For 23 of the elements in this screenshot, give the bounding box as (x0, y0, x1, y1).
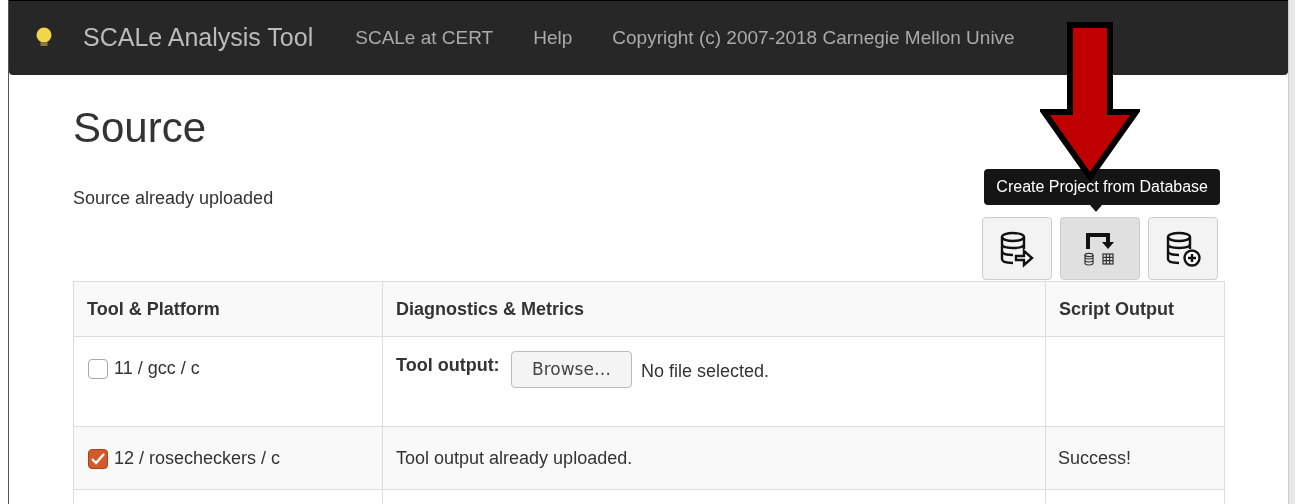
checkbox[interactable] (88, 448, 108, 469)
tool-platform-text: 12 / rosecheckers / c (114, 447, 281, 470)
column-header: Tool & Platform (73, 281, 383, 337)
toolbar-button[interactable] (982, 217, 1052, 280)
table-cell: Success! (1045, 426, 1225, 490)
tool-platform-text: 11 / gcc / c (114, 357, 200, 380)
column-header: Diagnostics & Metrics (382, 281, 1046, 337)
page-title: Source (73, 107, 208, 149)
lightbulb-icon (35, 27, 53, 49)
browse-button[interactable]: Browse… (511, 351, 632, 388)
status-text: Source already uploaded (73, 187, 274, 210)
brand-title[interactable]: SCALe Analysis Tool (83, 19, 314, 57)
toolbar-button[interactable] (1060, 217, 1140, 280)
tooltip: Create Project from Database (984, 169, 1220, 205)
nav-link[interactable]: Help (533, 23, 573, 53)
column-header: Script Output (1045, 281, 1225, 337)
table-cell: Tool output already uploaded. (382, 426, 1046, 490)
toolbar-button[interactable] (1148, 217, 1218, 280)
checkbox[interactable] (88, 358, 108, 379)
nav-link[interactable]: SCALe at CERT (355, 23, 494, 53)
field-label: Tool output: (396, 354, 501, 377)
nav-link[interactable]: Copyright (c) 2007-2018 Carnegie Mellon Unive (612, 23, 1015, 53)
file-status-text: No file selected. (640, 360, 769, 383)
